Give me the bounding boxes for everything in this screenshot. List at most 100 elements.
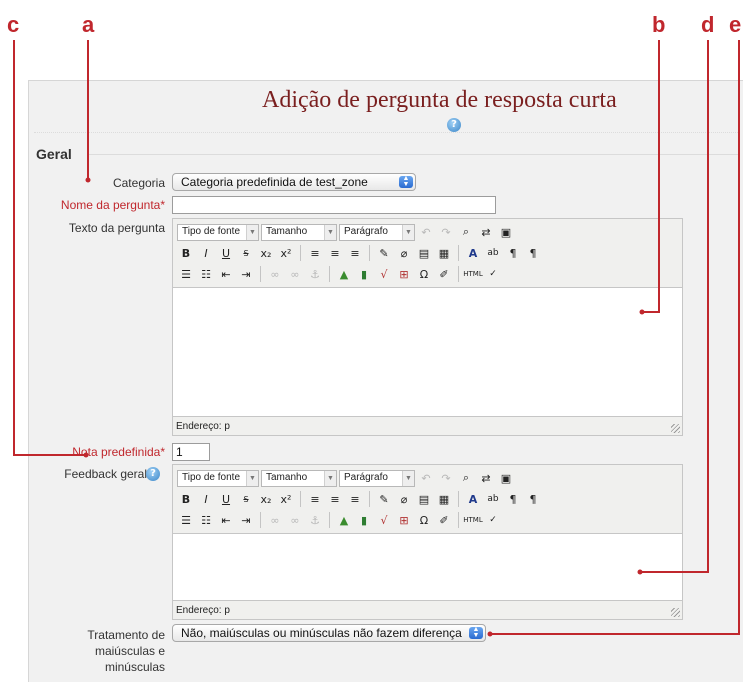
default-mark-input[interactable]: 1 <box>172 443 210 461</box>
question-text-area[interactable] <box>173 287 682 417</box>
ltr-icon[interactable]: ¶ <box>504 244 522 262</box>
background-color-icon[interactable]: ab <box>484 490 502 508</box>
font-family-select[interactable]: Tipo de fonte ▼ <box>177 469 259 487</box>
general-feedback-area[interactable] <box>173 533 682 601</box>
find-icon[interactable]: ⌕ <box>457 223 475 241</box>
resize-grip-icon[interactable] <box>671 424 680 433</box>
spellcheck-icon[interactable]: ✓ <box>484 265 502 283</box>
anchor-icon[interactable]: ⚓ <box>306 265 324 283</box>
paste-word-icon[interactable]: ▦ <box>435 244 453 262</box>
numbered-list-icon[interactable]: ☷ <box>197 511 215 529</box>
special-char-icon[interactable]: Ω <box>415 511 433 529</box>
superscript-icon[interactable]: x² <box>277 490 295 508</box>
subscript-icon[interactable]: x₂ <box>257 244 275 262</box>
redo-icon[interactable]: ↷ <box>437 223 455 241</box>
general-feedback-editor[interactable]: Tipo de fonte ▼ Tamanho ▼ Parágrafo ▼ ↶ ↷ ⌕… <box>172 464 683 620</box>
special-char-icon[interactable]: Ω <box>415 265 433 283</box>
align-right-icon[interactable]: ≡ <box>346 490 364 508</box>
media-icon[interactable]: ▮ <box>355 265 373 283</box>
paste-text-icon[interactable]: ▤ <box>415 490 433 508</box>
spellcheck-icon[interactable]: ✓ <box>484 511 502 529</box>
spreadsheet-icon[interactable]: ⊞ <box>395 265 413 283</box>
help-icon[interactable]: ? <box>146 467 160 481</box>
case-sensitivity-select[interactable]: Não, maiúsculas ou minúsculas não fazem … <box>172 624 486 642</box>
font-family-select[interactable]: Tipo de fonte ▼ <box>177 223 259 241</box>
html-source-icon[interactable]: HTML <box>463 265 482 283</box>
case-sensitivity-label: Tratamento de maiúsculas e minúsculas <box>87 627 165 675</box>
paragraph-select[interactable]: Parágrafo ▼ <box>339 469 415 487</box>
bullet-list-icon[interactable]: ☰ <box>177 265 195 283</box>
paste-text-icon[interactable]: ▤ <box>415 244 433 262</box>
underline-icon[interactable]: U <box>217 490 235 508</box>
link-icon[interactable]: ∞ <box>266 265 284 283</box>
font-size-select[interactable]: Tamanho ▼ <box>261 223 337 241</box>
editor-toolbar-row-3: ☰ ☷ ⇤ ⇥ ∞ ∞ ⚓ ▲ ▮ √ ⊞ Ω ✐ HTML ✓ <box>177 264 502 284</box>
rtl-icon[interactable]: ¶ <box>524 490 542 508</box>
outdent-icon[interactable]: ⇤ <box>217 265 235 283</box>
media-icon[interactable]: ▮ <box>355 511 373 529</box>
subscript-icon[interactable]: x₂ <box>257 490 275 508</box>
annotation-b: b <box>652 12 666 37</box>
italic-icon[interactable]: I <box>197 490 215 508</box>
text-color-icon[interactable]: A <box>464 490 482 508</box>
outdent-icon[interactable]: ⇤ <box>217 511 235 529</box>
replace-icon[interactable]: ⇄ <box>477 223 495 241</box>
question-name-input[interactable] <box>172 196 496 214</box>
link-icon[interactable]: ∞ <box>266 511 284 529</box>
bullet-list-icon[interactable]: ☰ <box>177 511 195 529</box>
indent-icon[interactable]: ⇥ <box>237 265 255 283</box>
clean-up-icon[interactable]: ✎ <box>375 490 393 508</box>
equation-icon[interactable]: √ <box>375 265 393 283</box>
category-select[interactable]: Categoria predefinida de test_zone ▲ ▼ <box>172 173 416 191</box>
align-center-icon[interactable]: ≡ <box>326 244 344 262</box>
remove-format-icon[interactable]: ⌀ <box>395 490 413 508</box>
align-left-icon[interactable]: ≡ <box>306 244 324 262</box>
editor-toolbar-row-2: B I U S x₂ x² ≡ ≡ ≡ ✎ ⌀ ▤ ▦ A ab ¶ ¶ <box>177 489 542 509</box>
redo-icon[interactable]: ↷ <box>437 469 455 487</box>
resize-grip-icon[interactable] <box>671 608 680 617</box>
remove-format-icon[interactable]: ⌀ <box>395 244 413 262</box>
italic-icon[interactable]: I <box>197 244 215 262</box>
background-color-icon[interactable]: ab <box>484 244 502 262</box>
toolbar-separator <box>458 266 459 282</box>
fullscreen-icon[interactable]: ▣ <box>497 223 515 241</box>
align-left-icon[interactable]: ≡ <box>306 490 324 508</box>
unlink-icon[interactable]: ∞ <box>286 265 304 283</box>
image-icon[interactable]: ▲ <box>335 511 353 529</box>
indent-icon[interactable]: ⇥ <box>237 511 255 529</box>
undo-icon[interactable]: ↶ <box>417 469 435 487</box>
find-icon[interactable]: ⌕ <box>457 469 475 487</box>
align-center-icon[interactable]: ≡ <box>326 490 344 508</box>
code-icon[interactable]: ✐ <box>435 511 453 529</box>
help-icon[interactable]: ? <box>447 118 461 132</box>
clean-up-icon[interactable]: ✎ <box>375 244 393 262</box>
code-icon[interactable]: ✐ <box>435 265 453 283</box>
anchor-icon[interactable]: ⚓ <box>306 511 324 529</box>
fullscreen-icon[interactable]: ▣ <box>497 469 515 487</box>
superscript-icon[interactable]: x² <box>277 244 295 262</box>
paragraph-select[interactable]: Parágrafo ▼ <box>339 223 415 241</box>
numbered-list-icon[interactable]: ☷ <box>197 265 215 283</box>
equation-icon[interactable]: √ <box>375 511 393 529</box>
rtl-icon[interactable]: ¶ <box>524 244 542 262</box>
align-right-icon[interactable]: ≡ <box>346 244 364 262</box>
spreadsheet-icon[interactable]: ⊞ <box>395 511 413 529</box>
unlink-icon[interactable]: ∞ <box>286 511 304 529</box>
default-mark-label-text: Nota predefinida <box>72 445 161 459</box>
html-source-icon[interactable]: HTML <box>463 511 482 529</box>
image-icon[interactable]: ▲ <box>335 265 353 283</box>
bold-icon[interactable]: B <box>177 244 195 262</box>
paste-word-icon[interactable]: ▦ <box>435 490 453 508</box>
title-divider <box>34 132 740 133</box>
question-text-editor[interactable]: Tipo de fonte ▼ Tamanho ▼ Parágrafo ▼ ↶ ↷ ⌕… <box>172 218 683 436</box>
underline-icon[interactable]: U <box>217 244 235 262</box>
undo-icon[interactable]: ↶ <box>417 223 435 241</box>
select-stepper-icon: ▲ ▼ <box>469 626 483 639</box>
replace-icon[interactable]: ⇄ <box>477 469 495 487</box>
text-color-icon[interactable]: A <box>464 244 482 262</box>
font-size-select[interactable]: Tamanho ▼ <box>261 469 337 487</box>
ltr-icon[interactable]: ¶ <box>504 490 522 508</box>
strikethrough-icon[interactable]: S <box>237 490 255 508</box>
strikethrough-icon[interactable]: S <box>237 244 255 262</box>
bold-icon[interactable]: B <box>177 490 195 508</box>
